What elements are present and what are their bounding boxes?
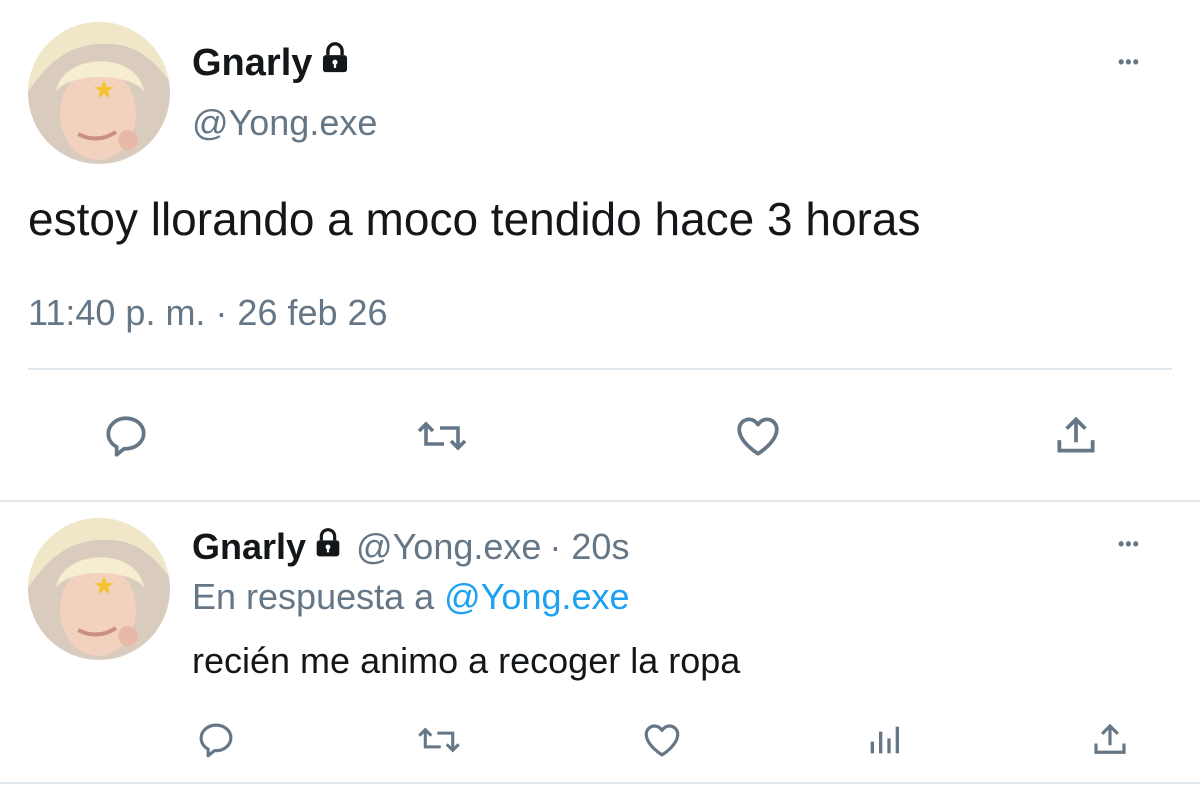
lock-icon	[318, 41, 352, 85]
share-icon	[1094, 723, 1126, 754]
reply-display-name[interactable]: Gnarly	[192, 526, 344, 568]
reply-avatar[interactable]	[28, 518, 170, 660]
handle[interactable]: @Yong.exe	[192, 102, 377, 144]
reply-analytics-button[interactable]	[860, 716, 908, 764]
like-icon	[644, 724, 680, 757]
reply-more-options-icon[interactable]: •••	[1118, 534, 1140, 555]
display-name[interactable]: Gnarly	[192, 38, 352, 88]
reply-avatar-image	[28, 518, 170, 660]
timestamp[interactable]: 11:40 p. m. · 26 feb 26	[28, 292, 388, 334]
analytics-icon	[870, 726, 899, 754]
reply-icon	[106, 416, 146, 457]
reply-button[interactable]	[96, 408, 156, 464]
tweet-text: estoy llorando a moco tendido hace 3 hor…	[28, 193, 921, 245]
reply-icon	[199, 723, 233, 758]
section-divider	[0, 500, 1200, 502]
avatar-image	[28, 22, 170, 164]
bottom-divider	[0, 782, 1200, 784]
retweet-icon	[417, 421, 467, 451]
display-name-text: Gnarly	[192, 41, 313, 84]
reply-share-button[interactable]	[1086, 716, 1134, 764]
reply-like-button[interactable]	[638, 716, 686, 764]
divider	[28, 368, 1172, 370]
avatar[interactable]	[28, 22, 170, 164]
share-icon	[1057, 416, 1095, 453]
replying-to-label: En respuesta a	[192, 576, 435, 617]
more-options-icon[interactable]: •••	[1118, 52, 1140, 73]
reply-time[interactable]: · 20s	[549, 526, 629, 568]
reply-handle[interactable]: @Yong.exe	[356, 526, 541, 568]
like-icon	[737, 417, 779, 456]
replying-to: En respuesta a @Yong.exe	[192, 576, 630, 618]
retweet-icon	[418, 727, 460, 753]
reply-reply-button[interactable]	[192, 716, 240, 764]
share-button[interactable]	[1046, 408, 1106, 464]
reply-header: Gnarly @Yong.exe · 20s	[192, 526, 629, 568]
reply-text: recién me animo a recoger la ropa	[192, 640, 741, 681]
lock-icon	[312, 526, 344, 568]
like-button[interactable]	[728, 408, 788, 464]
reply-display-name-text: Gnarly	[192, 526, 307, 567]
replying-to-link[interactable]: @Yong.exe	[444, 576, 629, 617]
reply-retweet-button[interactable]	[412, 716, 466, 764]
retweet-button[interactable]	[410, 408, 474, 464]
